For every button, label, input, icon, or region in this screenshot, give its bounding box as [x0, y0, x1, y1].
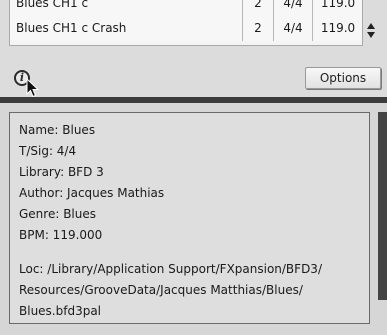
- table-row[interactable]: Blues CH1 c 2 4/4 119.0: [10, 0, 362, 17]
- groove-info-panel: Name: Blues T/Sig: 4/4 Library: BFD 3 Au…: [0, 103, 387, 335]
- info-genre: Genre: Blues: [19, 207, 97, 221]
- table-row[interactable]: Blues CH1 c Crash 2 4/4 119.0: [10, 16, 362, 41]
- groove-bpm: 119.0: [312, 16, 363, 41]
- groove-list-panel: Blues CH1 c 2 4/4 119.0 Blues CH1 c Cras…: [0, 0, 387, 98]
- info-bpm: BPM: 119.000: [19, 228, 103, 242]
- options-button[interactable]: Options: [305, 67, 381, 89]
- arrow-down-icon[interactable]: [367, 32, 375, 38]
- info-name: Name: Blues: [19, 123, 96, 137]
- groove-name: Blues CH1 c: [16, 0, 89, 10]
- groove-info-text: Name: Blues T/Sig: 4/4 Library: BFD 3 Au…: [19, 120, 369, 322]
- info-location-line1: Loc: /Library/Application Support/FXpans…: [19, 262, 322, 276]
- sort-arrows-icon[interactable]: [366, 21, 378, 41]
- info-location-line3: Blues.bfd3pal: [19, 304, 102, 318]
- mouse-pointer-icon: [26, 78, 40, 98]
- groove-info-box: Name: Blues T/Sig: 4/4 Library: BFD 3 Au…: [9, 112, 370, 324]
- groove-list: Blues CH1 c 2 4/4 119.0 Blues CH1 c Cras…: [9, 0, 363, 46]
- arrow-up-icon[interactable]: [367, 23, 375, 29]
- groove-time-signature: 4/4: [273, 0, 312, 16]
- groove-bpm: 119.0: [312, 0, 363, 16]
- info-scrollbar[interactable]: [378, 112, 387, 300]
- groove-name: Blues CH1 c Crash: [16, 21, 127, 35]
- groove-time-signature: 4/4: [273, 16, 312, 41]
- info-location-line2: Resources/GrooveData/Jacques Matthias/Bl…: [19, 283, 303, 297]
- info-time-signature: T/Sig: 4/4: [19, 144, 77, 158]
- info-library: Library: BFD 3: [19, 165, 104, 179]
- groove-bars: 2: [242, 16, 273, 41]
- info-author: Author: Jacques Mathias: [19, 186, 165, 200]
- groove-bars: 2: [242, 0, 273, 16]
